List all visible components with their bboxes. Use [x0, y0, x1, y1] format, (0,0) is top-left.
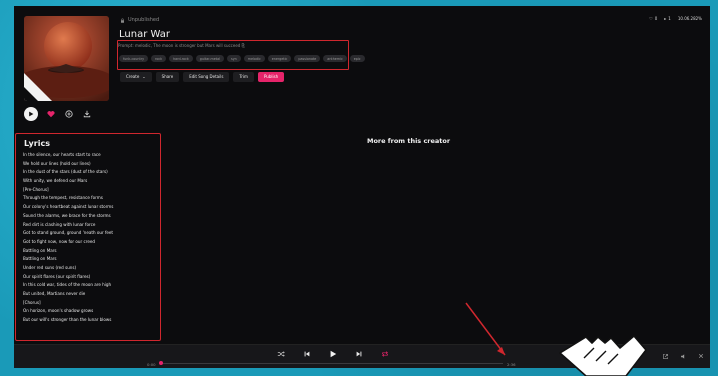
lyric-line: Our colony's heartbeat against lunar sto… [23, 204, 114, 210]
lyric-line: In the dust of the stars (dust of the st… [23, 169, 108, 175]
lyrics-heading: Lyrics [24, 139, 50, 148]
shuffle-button[interactable] [276, 349, 286, 359]
tag-chip[interactable]: hard-rock [169, 55, 193, 62]
heart-outline-icon: ♡ [649, 16, 653, 21]
open-button[interactable] [660, 351, 670, 361]
lyric-line: In this cold war, tides of the moon are … [23, 282, 112, 288]
cover-art[interactable] [24, 16, 109, 101]
player-play-button[interactable] [328, 349, 338, 359]
extend-button[interactable] [64, 109, 74, 119]
lyric-line: Got to stand ground, ground 'neath our f… [23, 230, 114, 236]
tag-chip[interactable]: rock [151, 55, 167, 62]
next-button[interactable] [354, 349, 364, 359]
volume-button[interactable] [678, 351, 688, 361]
lyric-line: Through the tempest, resistance forms [23, 195, 103, 201]
volume-icon [680, 353, 684, 359]
skip-back-icon [304, 351, 310, 357]
progress-bar[interactable] [160, 363, 503, 364]
song-controls [24, 107, 92, 121]
app-window: Unpublished Lunar War Prompt: melodic, T… [14, 6, 710, 368]
publish-button[interactable]: Publish [257, 72, 285, 82]
edit-details-button[interactable]: Edit Song Details [183, 72, 230, 82]
lock-icon [121, 17, 124, 23]
lyric-line: Battling on Mars [23, 256, 57, 262]
tag-chip[interactable]: funk-country [119, 55, 149, 62]
account-stats: ♡ 0 ▸ 1 10.06.282% [649, 16, 702, 21]
publish-status: Unpublished [120, 17, 159, 23]
download-icon [83, 110, 91, 118]
create-button[interactable]: Create ⌄ [120, 72, 152, 82]
lyric-line: But our will's stronger than the lunar b… [23, 317, 112, 323]
tag-chip[interactable]: melodic [243, 55, 265, 62]
lyrics-list: In the silence, our hearts start to race… [23, 151, 159, 325]
tag-chip[interactable]: anthemic [323, 55, 347, 62]
lyric-line: Battling on Mars [23, 247, 57, 253]
lyric-line: [Chorus] [23, 299, 41, 305]
shuffle-icon [277, 351, 285, 357]
status-text: Unpublished [128, 17, 160, 23]
player-bar: 0:00 2:36 [14, 344, 710, 368]
lyric-line: On horizon, moon's shadow grows [23, 308, 94, 314]
plus-circle-icon [65, 110, 73, 118]
lyric-line: [Pre-Chorus] [23, 186, 49, 192]
lyric-line: With unity, we defend our Mars [23, 178, 88, 184]
lyric-line: Sound the alarms, we brace for the storm… [23, 212, 111, 218]
repeat-icon [382, 351, 388, 357]
like-button[interactable] [46, 109, 56, 119]
lyric-line: Under red suns (red suns) [23, 264, 77, 270]
lyric-line: But united, Martians never die [23, 291, 86, 296]
play-icon [29, 111, 34, 117]
elapsed-time: 0:00 [147, 362, 156, 367]
lyric-line: Got to fight now, now for our creed [23, 238, 95, 244]
song-page: Unpublished Lunar War Prompt: melodic, T… [14, 6, 710, 344]
external-link-icon [662, 353, 668, 359]
share-button[interactable]: Share [155, 72, 180, 82]
tag-chip[interactable]: passionate [294, 55, 321, 62]
plays-stat: ▸ 1 [664, 16, 671, 21]
song-title: Lunar War [119, 29, 170, 40]
lyric-line: Our spirit flares (our spirit flares) [23, 273, 91, 279]
cover-art-image [24, 16, 109, 101]
repeat-button[interactable] [380, 349, 390, 359]
tag-chip[interactable]: epic [349, 55, 365, 62]
player-extras [660, 351, 706, 361]
lyric-line: Red dirt is clashing with lunar force [23, 221, 96, 227]
download-button[interactable] [82, 109, 92, 119]
play-small-icon: ▸ [664, 16, 667, 21]
prompt-text: Prompt: melodic, The moon is stronger bu… [118, 43, 245, 48]
trim-button[interactable]: Trim [233, 72, 254, 82]
credits-stat: 10.06.282% [677, 16, 702, 21]
skip-forward-icon [356, 351, 362, 357]
playback-controls [276, 349, 390, 359]
tag-chip[interactable]: syn [227, 55, 241, 62]
progress-handle[interactable] [159, 361, 163, 365]
heart-icon [47, 111, 55, 118]
more-from-creator-heading: More from this creator [367, 137, 451, 145]
copy-icon[interactable]: ⎘ [242, 43, 245, 48]
style-tags: funk-country rock hard-rock guitar-metal… [119, 55, 365, 62]
likes-stat: ♡ 0 [649, 16, 658, 21]
total-time: 2:36 [507, 362, 516, 367]
lyric-line: We hold our lines (hold our lines) [23, 160, 91, 166]
tag-chip[interactable]: guitar-metal [195, 55, 225, 62]
tag-chip[interactable]: energetic [267, 55, 292, 62]
lyric-line: In the silence, our hearts start to race [23, 152, 101, 157]
play-button[interactable] [24, 107, 38, 121]
chevron-down-icon: ⌄ [142, 74, 146, 79]
close-player-button[interactable] [696, 351, 706, 361]
song-actions: Create ⌄ Share Edit Song Details Trim Pu… [120, 72, 285, 82]
play-icon [330, 350, 337, 358]
previous-button[interactable] [302, 349, 312, 359]
close-icon [698, 353, 704, 359]
